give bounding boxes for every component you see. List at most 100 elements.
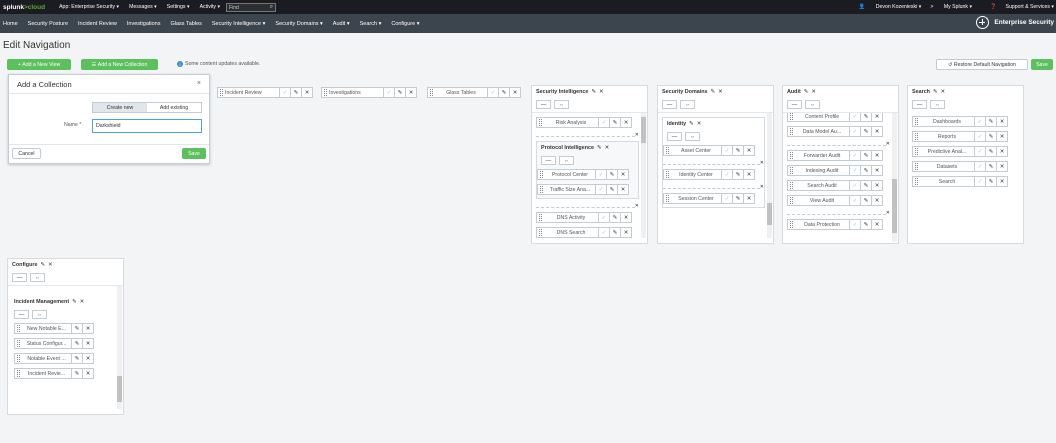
collapse-button[interactable]: — <box>536 100 551 109</box>
pencil-icon[interactable]: ✎ <box>290 87 301 98</box>
close-icon[interactable]: ✕ <box>620 117 631 128</box>
collapse-button[interactable]: — <box>912 100 927 109</box>
pencil-icon[interactable]: ✎ <box>609 212 620 223</box>
list-item[interactable]: Data Model Au... ✓ ✎ ✕ <box>787 126 883 137</box>
collection-audit[interactable]: Audit ✎ ✕ — ⇔ Content Profile ✓ ✎ ✕ Data Model… <box>782 85 899 244</box>
drag-handle-icon[interactable] <box>540 186 543 193</box>
close-icon[interactable]: ✕ <box>941 89 946 95</box>
pencil-icon[interactable]: ✎ <box>804 89 809 95</box>
drag-handle-icon[interactable] <box>430 89 433 96</box>
nav-configure[interactable]: Configure ▾ <box>391 21 419 27</box>
check-icon[interactable]: ✓ <box>849 180 860 191</box>
drag-handle-icon[interactable] <box>915 148 918 155</box>
drag-handle-icon[interactable] <box>539 214 542 221</box>
close-icon[interactable]: ✕ <box>301 87 312 98</box>
close-icon[interactable]: ✕ <box>743 169 754 180</box>
check-icon[interactable]: ✓ <box>974 146 985 157</box>
check-icon[interactable]: ✓ <box>974 131 985 142</box>
sub-collection-protocol-intelligence[interactable]: Protocol Intelligence ✎ ✕ — ⇔ Protocol Cent… <box>536 141 639 199</box>
close-icon[interactable]: ✕ <box>620 212 631 223</box>
pencil-icon[interactable]: ✎ <box>606 184 617 195</box>
check-icon[interactable]: ✓ <box>595 184 606 195</box>
close-icon[interactable]: ✕ <box>871 219 882 230</box>
drag-handle-icon[interactable] <box>17 325 20 332</box>
tab-create-new[interactable]: Create new <box>93 103 147 112</box>
pencil-icon[interactable]: ✎ <box>689 121 694 127</box>
scrollbar[interactable] <box>892 113 897 242</box>
collection-security-domains[interactable]: Security Domains ✎ ✕ — ⇔ Identity ✎ ✕ — ⇔ Asse… <box>657 85 774 244</box>
pencil-icon[interactable]: ✎ <box>860 150 871 161</box>
menu-messages[interactable]: Messages ▾ <box>129 4 157 10</box>
check-icon[interactable]: ✓ <box>974 116 985 127</box>
list-item[interactable]: DNS Activity ✓ ✎ ✕ <box>536 212 632 223</box>
collection-search[interactable]: Search ✎ ✕ — ⇔ Dashboards ✓ ✎ ✕ Reports ✓ ✎ ✕ Pre… <box>907 85 1024 244</box>
list-item[interactable]: Indexing Audit ✓ ✎ ✕ <box>787 165 883 176</box>
drag-handle-icon[interactable] <box>790 167 793 174</box>
expand-button[interactable]: ⇔ <box>30 273 45 282</box>
check-icon[interactable]: ✓ <box>849 126 860 137</box>
nav-glass-tables[interactable]: Glass Tables <box>171 21 202 27</box>
dialog-save-button[interactable]: Save <box>182 148 206 159</box>
close-icon[interactable]: ✕ <box>871 180 882 191</box>
list-item[interactable]: Dashboards ✓ ✎ ✕ <box>912 116 1008 127</box>
collapse-button[interactable]: — <box>667 132 682 141</box>
support-menu[interactable]: ❓ Support & Services ▾ <box>981 4 1054 10</box>
list-item[interactable]: Session Center ✓ ✎ ✕ <box>663 193 755 204</box>
check-icon[interactable]: ✓ <box>974 161 985 172</box>
pencil-icon[interactable]: ✎ <box>985 146 996 157</box>
expand-button[interactable]: ⇔ <box>32 310 47 319</box>
name-input[interactable]: Darkshield <box>92 119 202 133</box>
drag-handle-icon[interactable] <box>915 178 918 185</box>
pencil-icon[interactable]: ✎ <box>985 131 996 142</box>
close-icon[interactable]: ✕ <box>760 184 764 190</box>
pencil-icon[interactable]: ✎ <box>609 227 620 238</box>
close-icon[interactable]: ✕ <box>82 353 93 364</box>
list-item[interactable]: Traffic Size Ana... ✓ ✎ ✕ <box>537 184 629 195</box>
collection-mode-toggle[interactable]: Create new Add existing <box>92 102 202 113</box>
collection-security-intelligence[interactable]: Security Intelligence ✎ ✕ — ⇔ Risk Analysis… <box>531 85 648 244</box>
pencil-icon[interactable]: ✎ <box>933 89 938 95</box>
drag-handle-icon[interactable] <box>324 89 327 96</box>
drag-handle-icon[interactable] <box>915 118 918 125</box>
close-icon[interactable]: ✕ <box>405 87 416 98</box>
expand-button[interactable]: ⇔ <box>559 156 574 165</box>
collapse-button[interactable]: — <box>662 100 677 109</box>
check-icon[interactable]: ✓ <box>279 87 290 98</box>
drag-handle-icon[interactable] <box>790 197 793 204</box>
close-icon[interactable]: ✕ <box>760 160 764 166</box>
view-glass-tables[interactable]: Glass Tables ✓ ✎ ✕ <box>427 87 521 98</box>
pencil-icon[interactable]: ✎ <box>606 169 617 180</box>
close-icon[interactable]: ✕ <box>743 145 754 156</box>
pencil-icon[interactable]: ✎ <box>732 145 743 156</box>
list-item[interactable]: Content Profile ✓ ✎ ✕ <box>787 113 883 122</box>
add-view-button[interactable]: + Add a New View <box>7 59 71 70</box>
pencil-icon[interactable]: ✎ <box>860 165 871 176</box>
drag-handle-icon[interactable] <box>17 370 20 377</box>
nav-security-domains[interactable]: Security Domains ▾ <box>275 21 322 27</box>
drag-handle-icon[interactable] <box>666 171 669 178</box>
close-icon[interactable]: ✕ <box>871 195 882 206</box>
collapse-button[interactable]: — <box>12 273 27 282</box>
list-item[interactable]: Predictive Anal... ✓ ✎ ✕ <box>912 146 1008 157</box>
drag-handle-icon[interactable] <box>540 171 543 178</box>
close-icon[interactable]: ✕ <box>886 141 890 147</box>
expand-button[interactable]: ⇔ <box>554 100 569 109</box>
close-icon[interactable]: ✕ <box>871 150 882 161</box>
close-icon[interactable]: ✕ <box>82 338 93 349</box>
close-icon[interactable]: ✕ <box>509 87 520 98</box>
drag-handle-icon[interactable] <box>666 147 669 154</box>
check-icon[interactable]: ✓ <box>383 87 394 98</box>
check-icon[interactable]: ✓ <box>595 169 606 180</box>
close-icon[interactable]: ✕ <box>635 203 639 209</box>
close-icon[interactable]: ✕ <box>620 227 631 238</box>
cancel-button[interactable]: Cancel <box>12 148 41 159</box>
expand-button[interactable]: ⇔ <box>680 100 695 109</box>
list-item[interactable]: New Notable E... ✎ ✕ <box>14 323 94 334</box>
pencil-icon[interactable]: ✎ <box>597 145 602 151</box>
pencil-icon[interactable]: ✎ <box>71 353 82 364</box>
pencil-icon[interactable]: ✎ <box>732 169 743 180</box>
expand-button[interactable]: ⇔ <box>930 100 945 109</box>
nav-search[interactable]: Search ▾ <box>360 21 382 27</box>
list-item[interactable]: Risk Analysis ✓ ✎ ✕ <box>536 117 632 128</box>
splunk-logo[interactable]: splunk>cloud <box>3 4 45 11</box>
